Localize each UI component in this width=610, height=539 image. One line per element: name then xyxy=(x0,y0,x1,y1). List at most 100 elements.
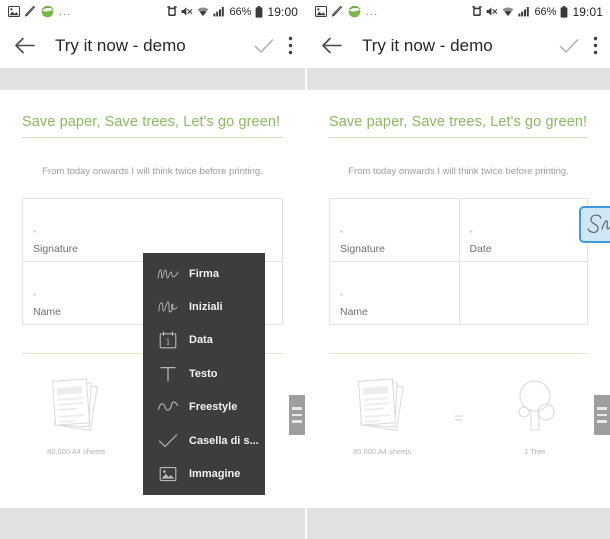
menu-item-label: Iniziali xyxy=(189,301,223,314)
sheets-caption: 80,000 A4 sheets xyxy=(353,447,412,456)
eco-divider xyxy=(329,353,588,354)
signature-ink xyxy=(585,210,610,247)
form-row: * Signature xyxy=(23,199,282,261)
wifi-icon xyxy=(502,6,514,17)
status-bar-right-icons: 66% 19:01 xyxy=(472,5,603,19)
clock-label: 19:00 xyxy=(267,4,298,19)
tree-caption: 1 Tree xyxy=(524,447,546,456)
check-icon[interactable] xyxy=(559,38,579,54)
sheets-caption: 80,000 A4 sheets xyxy=(47,447,106,456)
app-bar: Try it now - demo xyxy=(0,23,305,68)
menu-item-testo[interactable]: Testo xyxy=(143,357,265,390)
menu-item-data[interactable]: 1 Data xyxy=(143,324,265,357)
arrow-left-icon[interactable] xyxy=(321,37,342,54)
image-icon xyxy=(153,466,183,482)
edit-pen-icon xyxy=(332,6,343,17)
screen-left: ... 66% 19:00 Try it now - demo Save pap… xyxy=(0,0,305,539)
menu-item-iniziali[interactable]: Iniziali xyxy=(143,290,265,323)
status-bar: ... 66% 19:01 xyxy=(307,0,610,23)
clock-label: 19:01 xyxy=(572,4,603,19)
browser-ball-icon xyxy=(41,5,54,18)
initials-icon xyxy=(153,299,183,315)
form-row: * Signature * Date ↻ xyxy=(330,199,610,261)
tree-icon xyxy=(504,376,566,439)
mute-icon xyxy=(181,6,193,17)
svg-text:1: 1 xyxy=(166,338,171,347)
checkmark-icon xyxy=(153,433,183,449)
menu-item-immagine[interactable]: Immagine xyxy=(143,457,265,490)
status-bar-left-icons: ... xyxy=(315,5,378,18)
menu-item-label: Testo xyxy=(189,367,218,380)
app-bar: Try it now - demo xyxy=(307,23,610,68)
equals-sign: = xyxy=(454,410,463,427)
arrow-left-icon[interactable] xyxy=(14,37,35,54)
alarm-icon xyxy=(472,6,483,17)
required-mark: * xyxy=(340,229,344,238)
handle-line xyxy=(597,407,607,410)
more-dots-icon: ... xyxy=(366,5,379,18)
browser-ball-icon xyxy=(348,5,361,18)
page-title: Try it now - demo xyxy=(362,35,493,55)
document-heading: Save paper, Save trees, Let's go green! xyxy=(22,114,281,130)
screen-right: ... 66% 19:01 Try it now - demo Save pap… xyxy=(305,0,610,539)
field-empty[interactable] xyxy=(458,262,588,324)
alarm-icon xyxy=(167,6,178,17)
signature-icon xyxy=(153,266,183,282)
check-icon[interactable] xyxy=(254,38,274,54)
toolbar-spacer-band xyxy=(307,68,610,90)
field-signature[interactable]: * Signature xyxy=(23,199,282,261)
more-vertical-icon[interactable] xyxy=(593,36,598,55)
document-subtitle: From today onwards I will think twice be… xyxy=(42,166,263,177)
eco-graphic: 80,000 A4 sheets = xyxy=(307,376,610,456)
wifi-icon xyxy=(197,6,209,17)
document-canvas[interactable]: Save paper, Save trees, Let's go green! … xyxy=(307,114,610,532)
required-mark: * xyxy=(340,292,344,301)
menu-item-label: Freestyle xyxy=(189,401,238,414)
form-row: * Name xyxy=(330,261,587,324)
required-mark: * xyxy=(33,229,37,238)
field-name[interactable]: * Name xyxy=(330,262,459,324)
handle-line xyxy=(292,420,302,423)
paper-stack-icon xyxy=(45,376,107,439)
battery-icon xyxy=(255,5,263,18)
freestyle-icon xyxy=(153,399,183,415)
handle-line xyxy=(292,407,302,410)
battery-percent-label: 66% xyxy=(534,5,557,18)
signal-icon xyxy=(518,6,530,17)
heading-rule xyxy=(329,137,588,138)
eco-tree: 1 Tree xyxy=(489,376,581,456)
menu-item-label: Immagine xyxy=(189,468,241,481)
field-signature[interactable]: * Signature xyxy=(330,199,459,261)
text-icon xyxy=(153,365,183,383)
paper-stack-icon xyxy=(351,376,413,439)
handle-line xyxy=(292,413,302,417)
page-title: Try it now - demo xyxy=(55,35,186,55)
drawer-handle-icon[interactable] xyxy=(289,395,305,435)
more-vertical-icon[interactable] xyxy=(288,36,293,55)
status-bar-right-icons: 66% 19:00 xyxy=(167,5,298,19)
eco-sheets: 80,000 A4 sheets xyxy=(30,376,122,456)
toolbar-spacer-band xyxy=(0,68,305,90)
signature-widget[interactable]: ↻ xyxy=(578,206,610,243)
annotation-menu[interactable]: Firma Iniziali 1 Data Testo Freestyle Ca… xyxy=(143,253,265,495)
document-heading: Save paper, Save trees, Let's go green! xyxy=(329,114,588,130)
field-label: Name xyxy=(340,306,369,318)
field-date[interactable]: * Date ↻ xyxy=(458,199,610,261)
field-label: Signature xyxy=(340,243,385,255)
bottom-band xyxy=(0,508,305,539)
required-mark: * xyxy=(469,229,473,238)
image-icon xyxy=(315,6,327,17)
battery-icon xyxy=(560,5,568,18)
app-bar-actions xyxy=(254,36,293,55)
bottom-band xyxy=(307,508,610,539)
menu-item-firma[interactable]: Firma xyxy=(143,257,265,290)
drawer-handle-icon[interactable] xyxy=(594,395,610,435)
image-icon xyxy=(8,6,20,17)
field-label: Date xyxy=(469,243,492,255)
status-bar: ... 66% 19:00 xyxy=(0,0,305,23)
menu-item-casella-di-selezione[interactable]: Casella di s... xyxy=(143,424,265,457)
menu-item-freestyle[interactable]: Freestyle xyxy=(143,391,265,424)
menu-item-label: Casella di s... xyxy=(189,434,259,447)
edit-pen-icon xyxy=(25,6,36,17)
menu-item-label: Data xyxy=(189,334,213,347)
